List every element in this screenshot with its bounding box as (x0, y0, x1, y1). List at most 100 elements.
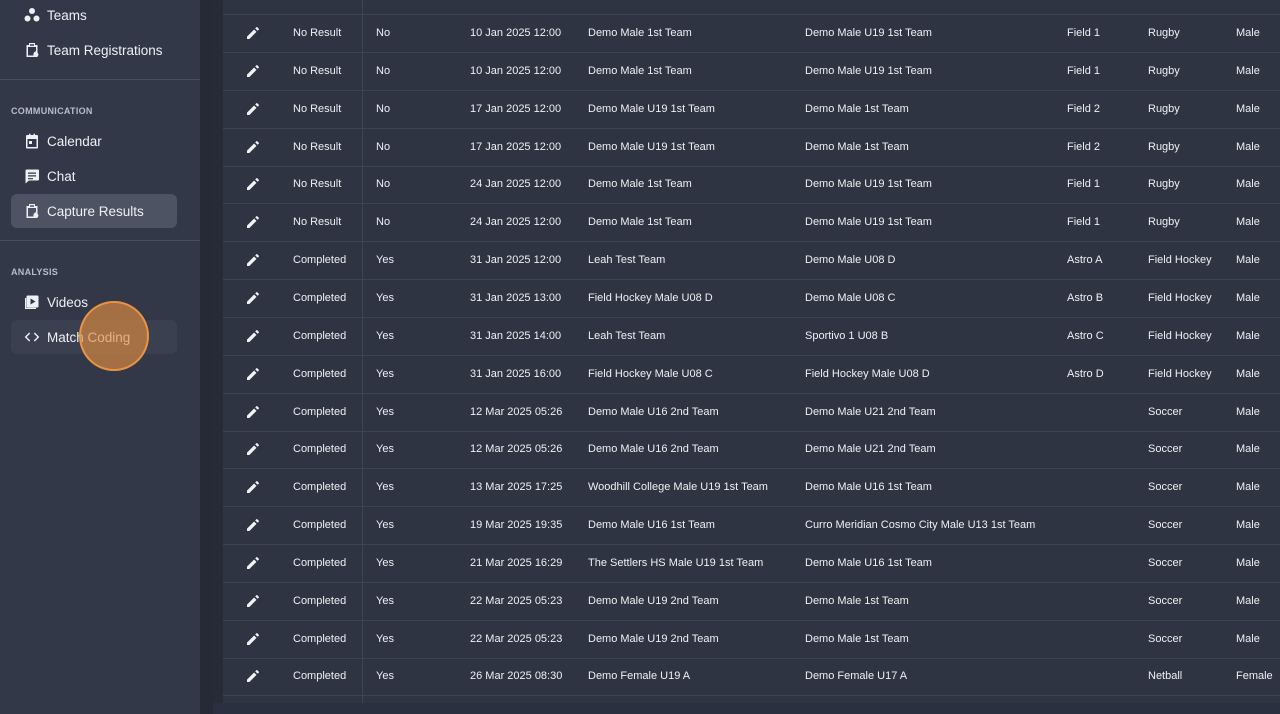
sport-cell: Field Hockey (1148, 368, 1212, 380)
sport-cell: Soccer (1148, 519, 1183, 531)
sport-cell: Field Hockey (1148, 330, 1212, 342)
sport-cell: Netball (1148, 670, 1183, 682)
edit-icon[interactable] (245, 404, 261, 420)
sport-cell: Field Hockey (1148, 292, 1212, 304)
home-team-cell: Demo Male 1st Team (588, 216, 692, 228)
sidebar-item-team-registrations[interactable]: Team Registrations (11, 33, 177, 67)
sidebar-item-label: Calendar (47, 133, 102, 149)
sidebar-item-chat[interactable]: Chat (11, 159, 177, 193)
sidebar-item-calendar[interactable]: Calendar (11, 124, 177, 158)
date-cell: 31 Jan 2025 13:00 (470, 292, 562, 304)
edit-icon[interactable] (245, 25, 261, 41)
status-cell: No Result (293, 103, 342, 115)
home-team-cell: Field Hockey Male U08 D (588, 292, 713, 304)
table-row[interactable]: Completed Yes 26 Mar 2025 08:30 Demo Female… (223, 658, 1280, 696)
venue-cell: Field 2 (1067, 141, 1101, 153)
status-cell: Completed (293, 368, 347, 380)
sport-cell: Soccer (1148, 557, 1183, 569)
table-row[interactable]: Completed Yes 31 Jan 2025 16:00 Field Hocke… (223, 356, 1280, 394)
table-row[interactable]: Completed Yes 12 Mar 2025 05:26 Demo Male U… (223, 431, 1280, 469)
table-row[interactable]: No Result No 10 Jan 2025 12:00 Demo Male 1s… (223, 53, 1280, 91)
table-row[interactable]: Completed Yes 22 Mar 2025 05:23 Demo Male U… (223, 621, 1280, 659)
edit-icon[interactable] (245, 63, 261, 79)
table-row[interactable]: No Result No 17 Jan 2025 12:00 Demo Male U1… (223, 91, 1280, 129)
status-cell: No Result (293, 65, 342, 77)
table-row[interactable]: No Result No 24 Jan 2025 12:00 Demo Male 1s… (223, 166, 1280, 204)
away-team-cell: Demo Male U19 1st Team (805, 178, 932, 190)
edit-icon[interactable] (245, 479, 261, 495)
date-cell: 10 Jan 2025 12:00 (470, 65, 562, 77)
edit-icon[interactable] (245, 555, 261, 571)
sidebar: Teams Team Registrations COMMUNICATION C… (0, 0, 200, 714)
home-team-cell: Field Hockey Male U08 C (588, 368, 713, 380)
date-cell: 17 Jan 2025 12:00 (470, 141, 562, 153)
table-row[interactable]: Completed Yes 13 Mar 2025 17:25 Woodhill Co… (223, 469, 1280, 507)
home-team-cell: Demo Male 1st Team (588, 178, 692, 190)
edit-icon[interactable] (245, 214, 261, 230)
table-row[interactable]: Completed Yes 19 Mar 2025 19:35 Demo Male U… (223, 507, 1280, 545)
venue-cell: Astro B (1067, 292, 1104, 304)
edit-icon[interactable] (245, 441, 261, 457)
edit-icon[interactable] (245, 517, 261, 533)
main-panel: No Result No 10 Jan 2025 12:00 Demo Male 1s… (213, 0, 1280, 703)
edit-icon[interactable] (245, 593, 261, 609)
result-confirmed-cell: No (376, 65, 391, 77)
table-row[interactable]: No Result No 17 Jan 2025 12:00 Demo Male U1… (223, 129, 1280, 167)
status-cell: Completed (293, 481, 347, 493)
sidebar-item-label: Team Registrations (47, 42, 163, 58)
result-confirmed-cell: No (376, 216, 391, 228)
section-heading-communication: COMMUNICATION (11, 106, 93, 116)
date-cell: 21 Mar 2025 16:29 (470, 557, 563, 569)
result-confirmed-cell: No (376, 103, 391, 115)
date-cell: 26 Mar 2025 08:30 (470, 670, 563, 682)
teams-icon (24, 7, 40, 23)
edit-icon[interactable] (245, 290, 261, 306)
edit-icon[interactable] (245, 366, 261, 382)
away-team-cell: Demo Male U16 1st Team (805, 557, 932, 569)
away-team-cell: Demo Male U21 2nd Team (805, 406, 936, 418)
clipboard-icon (24, 203, 40, 219)
edit-icon[interactable] (245, 139, 261, 155)
result-confirmed-cell: Yes (376, 406, 394, 418)
edit-icon[interactable] (245, 252, 261, 268)
venue-cell: Field 1 (1067, 178, 1101, 190)
edit-icon[interactable] (245, 328, 261, 344)
table-row[interactable]: Completed Yes 21 Mar 2025 16:29 The Settler… (223, 545, 1280, 583)
edit-icon[interactable] (245, 631, 261, 647)
edit-icon[interactable] (245, 176, 261, 192)
status-cell: No Result (293, 141, 342, 153)
sidebar-item-teams[interactable]: Teams (11, 0, 177, 32)
away-team-cell: Demo Male U21 2nd Team (805, 443, 936, 455)
home-team-cell: Demo Male 1st Team (588, 65, 692, 77)
gender-cell: Male (1236, 481, 1260, 493)
date-cell: 19 Mar 2025 19:35 (470, 519, 563, 531)
table-row[interactable]: Completed Yes 31 Jan 2025 13:00 Field Hocke… (223, 280, 1280, 318)
away-team-cell: Demo Male U19 1st Team (805, 216, 932, 228)
gender-cell: Male (1236, 254, 1260, 266)
sport-cell: Field Hockey (1148, 254, 1212, 266)
status-cell: Completed (293, 254, 347, 266)
table-row[interactable]: Completed Yes 22 Mar 2025 05:23 Demo Male U… (223, 583, 1280, 621)
date-cell: 13 Mar 2025 17:25 (470, 481, 563, 493)
status-cell: No Result (293, 178, 342, 190)
table-row[interactable]: No Result No 24 Jan 2025 12:00 Demo Male 1s… (223, 204, 1280, 242)
sidebar-item-capture-results[interactable]: Capture Results (11, 194, 177, 228)
date-cell: 31 Jan 2025 16:00 (470, 368, 562, 380)
horizontal-scrollbar-track[interactable] (213, 703, 1280, 714)
result-confirmed-cell: Yes (376, 633, 394, 645)
away-team-cell: Demo Male U16 1st Team (805, 481, 932, 493)
edit-icon[interactable] (245, 668, 261, 684)
home-team-cell: Demo Male U19 1st Team (588, 141, 715, 153)
sport-cell: Rugby (1148, 216, 1180, 228)
home-team-cell: Demo Male U16 2nd Team (588, 443, 719, 455)
results-table: No Result No 10 Jan 2025 12:00 Demo Male 1s… (223, 0, 1280, 703)
edit-icon[interactable] (245, 101, 261, 117)
table-row[interactable]: Completed Yes 31 Jan 2025 14:00 Leah Test T… (223, 318, 1280, 356)
sport-cell: Rugby (1148, 65, 1180, 77)
table-row[interactable]: Completed Yes 12 Mar 2025 05:26 Demo Male U… (223, 394, 1280, 432)
table-row[interactable]: Completed Yes 31 Jan 2025 12:00 Leah Test T… (223, 242, 1280, 280)
cursor-click-highlight (79, 301, 149, 371)
chat-icon (24, 168, 40, 184)
result-confirmed-cell: No (376, 27, 391, 39)
table-row[interactable]: No Result No 10 Jan 2025 12:00 Demo Male 1s… (223, 15, 1280, 53)
